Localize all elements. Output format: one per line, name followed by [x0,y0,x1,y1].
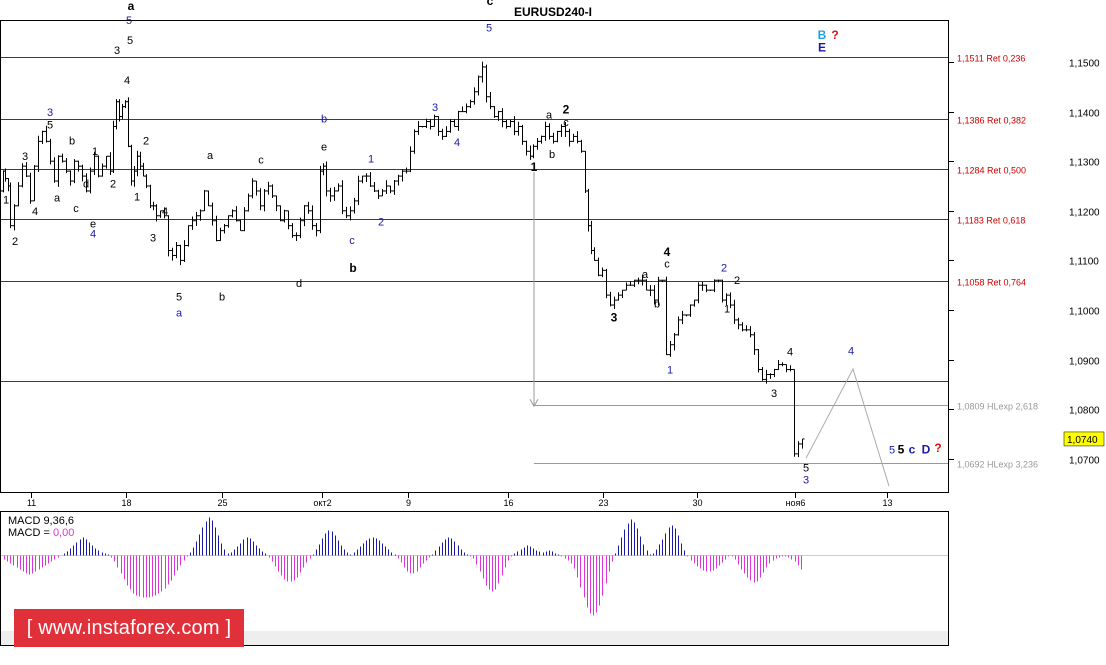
price-tick-label: 1,1100 [1069,257,1099,268]
wave-label: E [818,41,826,55]
wave-label: 1 [3,194,9,206]
wave-label: c [349,235,355,247]
wave-label: 3 [611,310,618,324]
wave-label: c [73,203,79,215]
time-tick-label: ноя6 [786,498,806,508]
macd-label-value: MACD = 0,00 [8,527,74,539]
wave-label: 2 [110,179,116,191]
wave-label: 2 [734,275,740,287]
level-label: 1,1058 Ret 0,764 [957,278,1026,288]
time-tick-label: 9 [406,498,411,508]
wave-label: 4 [454,137,460,149]
level-label: 1,1284 Ret 0,500 [957,166,1026,176]
chart-title: EURUSD240-I [514,5,592,19]
wave-label: a [642,269,649,281]
wave-label: 2 [721,262,727,274]
price-tick-label: 1,0800 [1069,406,1100,417]
price-tick-label: 1,0900 [1069,357,1100,368]
wave-label: c [487,0,494,8]
wave-label: 5 [898,442,905,456]
wave-label: a [546,110,553,122]
level-label: 1,0809 HLexp 2,618 [957,402,1038,412]
chart-container: EURUSD240-I 1,1511 Ret 0,236 1,1386 Ret 0… [0,0,1106,660]
wave-label: 5 [47,119,53,131]
wave-label: b [654,299,660,311]
price-tick-label: 1,0700 [1069,456,1100,467]
wave-label: b [549,149,555,161]
wave-label: d [296,278,302,290]
price-tick-label: 1,1000 [1069,307,1100,318]
wave-label: 1 [531,160,538,174]
wave-label: 5 [803,463,809,475]
wave-label: 5 [486,22,492,34]
wave-label: ? [831,28,838,42]
time-tick-label: окт2 [313,498,331,508]
wave-label: b [69,135,75,147]
wave-label: 1 [134,191,140,203]
wave-label: 3 [114,45,120,57]
level-label: 1,1511 Ret 0,236 [957,54,1025,64]
time-tick-label: 18 [121,498,131,508]
wave-label: 4 [664,245,671,259]
wave-label: D [922,442,931,456]
wave-label: 3 [432,102,438,114]
wave-label: c [258,155,264,167]
time-tick-label: 16 [503,498,513,508]
time-tick-label: 25 [217,498,227,508]
chart-svg: EURUSD240-I 1,1511 Ret 0,236 1,1386 Ret 0… [0,0,1106,660]
wave-label: d [83,179,89,191]
wave-label: 3 [771,388,777,400]
wave-label: 3 [150,233,156,245]
wave-label: 2 [378,217,384,229]
wave-label: ? [934,441,941,455]
price-tick-label: 1,1200 [1069,208,1100,219]
wave-label: 1 [667,365,673,377]
price-tick-label: 1,1500 [1069,59,1100,70]
macd-label-params: MACD 9,36,6 [8,515,74,527]
wave-label: 3 [47,107,53,119]
wave-label: 4 [162,206,168,218]
wave-label: c [664,258,670,270]
time-tick-label: 13 [882,498,892,508]
wave-label: 4 [848,346,854,358]
level-label: 1,1386 Ret 0,382 [957,116,1026,126]
wave-label: 5 [889,444,895,456]
wave-label: 4 [124,75,130,87]
time-tick-label: 23 [598,498,608,508]
wave-label: 5 [176,292,182,304]
wave-label: 4 [787,347,793,359]
wave-label: c [909,442,916,456]
wave-label: 2 [143,135,149,147]
wave-label: e [321,141,327,153]
wave-label: b [219,292,225,304]
wave-label: 1 [368,154,374,166]
watermark-logo: [ www.instaforex.com ] [14,609,244,647]
time-tick-label: 30 [692,498,702,508]
level-label: 1,1183 Ret 0,618 [957,216,1025,226]
wave-label: a [176,307,183,319]
wave-label: 3 [803,475,809,487]
time-tick-label: 11 [27,498,36,508]
wave-label: b [321,114,327,126]
wave-label: 4 [32,206,38,218]
level-label: 1,0692 HLexp 3,236 [957,460,1038,470]
wave-label: 4 [90,229,96,241]
wave-label: 1 [92,146,98,158]
wave-label: 2 [563,103,570,117]
wave-label: a [54,192,61,204]
wave-label: 3 [22,151,28,163]
wave-label: 5 [127,35,133,47]
current-price-label: 1,0740 [1067,435,1098,446]
price-tick-label: 1,1300 [1069,158,1100,169]
wave-label: a [207,150,214,162]
price-tick-label: 1,1400 [1069,109,1100,120]
wave-label: a [128,0,135,13]
wave-label: b [349,261,356,275]
wave-label: 1 [724,304,730,316]
wave-label: 2 [12,236,18,248]
wave-label: c [563,117,569,129]
